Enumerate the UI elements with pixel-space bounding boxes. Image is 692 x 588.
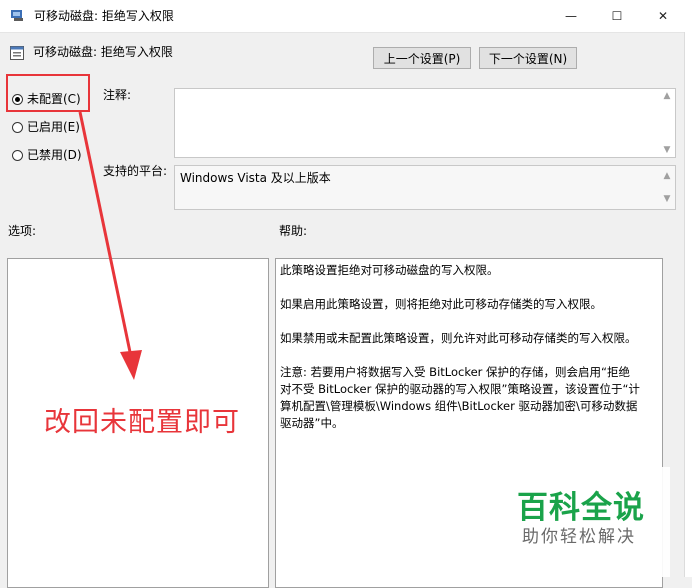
radio-label-disabled: 已禁用(D) xyxy=(27,148,82,162)
policy-name: 可移动磁盘: 拒绝写入权限 xyxy=(33,45,173,59)
highlight-box xyxy=(6,74,90,112)
help-label: 帮助: xyxy=(279,224,308,238)
scroll-down-icon[interactable]: ▼ xyxy=(664,191,671,207)
minimize-icon: — xyxy=(565,9,577,23)
options-label: 选项: xyxy=(8,224,37,238)
radio-label-enabled: 已启用(E) xyxy=(27,120,80,134)
radio-circle[interactable] xyxy=(12,121,23,133)
comment-scrollbar[interactable]: ▲ ▼ xyxy=(659,89,675,157)
help-paragraph: 如果禁用或未配置此策略设置，则允许对此可移动存储类的写入权限。 xyxy=(280,331,637,345)
platform-label: 支持的平台: xyxy=(103,164,168,178)
close-icon: ✕ xyxy=(657,9,669,23)
platform-value: Windows Vista 及以上版本 xyxy=(180,171,331,185)
minimize-button[interactable]: — xyxy=(548,0,594,32)
scroll-up-icon[interactable]: ▲ xyxy=(664,91,671,101)
background-window-edge xyxy=(684,32,692,577)
help-paragraph: 如果启用此策略设置，则将拒绝对此可移动存储类的写入权限。 xyxy=(280,297,602,311)
policy-setting-icon xyxy=(10,46,24,60)
radio-circle[interactable] xyxy=(12,149,23,161)
annotation-text: 改回未配置即可 xyxy=(44,407,240,438)
radio-enabled[interactable]: 已启用(E) xyxy=(12,119,80,135)
close-button[interactable]: ✕ xyxy=(640,0,686,32)
next-setting-button[interactable]: 下一个设置(N) xyxy=(479,47,577,69)
window-title: 可移动磁盘: 拒绝写入权限 xyxy=(34,9,174,23)
platform-field: Windows Vista 及以上版本 ▲ ▼ xyxy=(174,165,676,210)
scroll-down-icon[interactable]: ▼ xyxy=(664,145,671,155)
watermark-slogan: 助你轻松解决 xyxy=(522,527,636,547)
help-paragraph: 此策略设置拒绝对可移动磁盘的写入权限。 xyxy=(280,263,499,277)
radio-disabled[interactable]: 已禁用(D) xyxy=(12,147,82,163)
policy-app-icon xyxy=(11,10,23,21)
maximize-button[interactable]: ☐ xyxy=(594,0,640,32)
watermark-brand: 百科全说 xyxy=(517,490,645,526)
scroll-up-icon[interactable]: ▲ xyxy=(664,168,671,184)
prev-setting-button[interactable]: 上一个设置(P) xyxy=(373,47,471,69)
maximize-icon: ☐ xyxy=(611,9,623,23)
comment-textarea[interactable]: ▲ ▼ xyxy=(174,88,676,158)
help-paragraph: 注意: 若要用户将数据写入受 BitLocker 保护的存储，则会启用“拒绝对不… xyxy=(280,365,640,430)
comment-label: 注释: xyxy=(103,88,132,102)
platform-scrollbar[interactable]: ▲ ▼ xyxy=(659,166,675,209)
